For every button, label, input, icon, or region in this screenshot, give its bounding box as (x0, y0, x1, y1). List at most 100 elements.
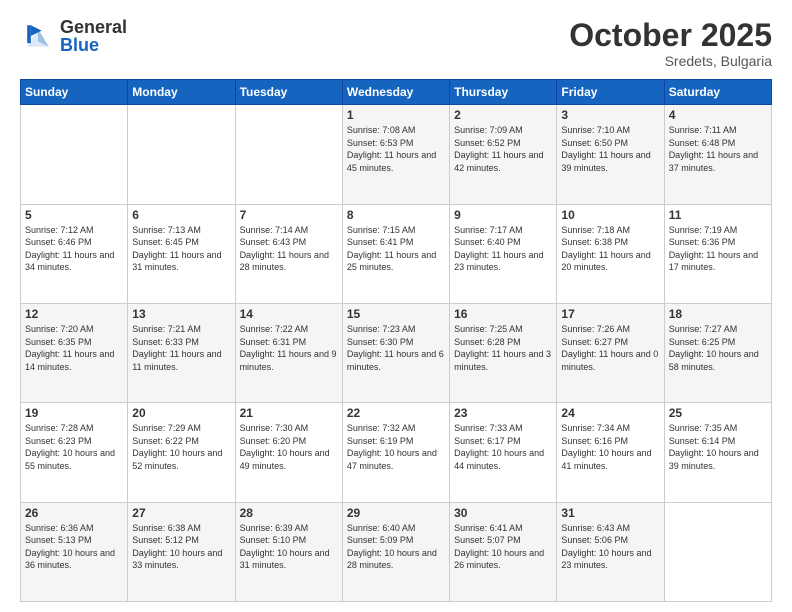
day-number: 6 (132, 208, 230, 222)
day-cell: 5 Sunrise: 7:12 AM Sunset: 6:46 PM Daylig… (21, 204, 128, 303)
day-cell: 19 Sunrise: 7:28 AM Sunset: 6:23 PM Dayli… (21, 403, 128, 502)
day-info: Sunrise: 7:10 AM Sunset: 6:50 PM Dayligh… (561, 124, 659, 174)
day-number: 11 (669, 208, 767, 222)
day-cell: 29 Sunrise: 6:40 AM Sunset: 5:09 PM Dayli… (342, 502, 449, 601)
day-number: 19 (25, 406, 123, 420)
day-number: 29 (347, 506, 445, 520)
day-info: Sunrise: 7:14 AM Sunset: 6:43 PM Dayligh… (240, 224, 338, 274)
day-number: 13 (132, 307, 230, 321)
day-info: Sunrise: 6:41 AM Sunset: 5:07 PM Dayligh… (454, 522, 552, 572)
page: General Blue October 2025 Sredets, Bulga… (0, 0, 792, 612)
day-info: Sunrise: 7:13 AM Sunset: 6:45 PM Dayligh… (132, 224, 230, 274)
day-info: Sunrise: 6:39 AM Sunset: 5:10 PM Dayligh… (240, 522, 338, 572)
day-cell: 3 Sunrise: 7:10 AM Sunset: 6:50 PM Daylig… (557, 105, 664, 204)
day-cell: 14Sunrise: 7:22 AM Sunset: 6:31 PM Dayli… (235, 303, 342, 402)
day-number: 4 (669, 108, 767, 122)
day-number: 23 (454, 406, 552, 420)
day-cell: 7 Sunrise: 7:14 AM Sunset: 6:43 PM Daylig… (235, 204, 342, 303)
day-info: Sunrise: 7:11 AM Sunset: 6:48 PM Dayligh… (669, 124, 767, 174)
day-number: 24 (561, 406, 659, 420)
month-title: October 2025 (569, 18, 772, 53)
logo-blue: Blue (60, 36, 127, 54)
day-info: Sunrise: 7:35 AM Sunset: 6:14 PM Dayligh… (669, 422, 767, 472)
day-info: Sunrise: 7:33 AM Sunset: 6:17 PM Dayligh… (454, 422, 552, 472)
day-info: Sunrise: 7:18 AM Sunset: 6:38 PM Dayligh… (561, 224, 659, 274)
day-number: 30 (454, 506, 552, 520)
day-number: 3 (561, 108, 659, 122)
day-number: 2 (454, 108, 552, 122)
day-info: Sunrise: 6:43 AM Sunset: 5:06 PM Dayligh… (561, 522, 659, 572)
week-row-1: 1 Sunrise: 7:08 AM Sunset: 6:53 PM Daylig… (21, 105, 772, 204)
day-info: Sunrise: 6:40 AM Sunset: 5:09 PM Dayligh… (347, 522, 445, 572)
day-cell: 4 Sunrise: 7:11 AM Sunset: 6:48 PM Daylig… (664, 105, 771, 204)
day-cell: 18 Sunrise: 7:27 AM Sunset: 6:25 PM Dayli… (664, 303, 771, 402)
days-of-week-row: SundayMondayTuesdayWednesdayThursdayFrid… (21, 80, 772, 105)
day-cell: 9Sunrise: 7:17 AM Sunset: 6:40 PM Daylig… (450, 204, 557, 303)
day-cell: 15 Sunrise: 7:23 AM Sunset: 6:30 PM Dayli… (342, 303, 449, 402)
day-info: Sunrise: 7:20 AM Sunset: 6:35 PM Dayligh… (25, 323, 123, 373)
day-info: Sunrise: 7:08 AM Sunset: 6:53 PM Dayligh… (347, 124, 445, 174)
day-cell (235, 105, 342, 204)
week-row-2: 5 Sunrise: 7:12 AM Sunset: 6:46 PM Daylig… (21, 204, 772, 303)
header: General Blue October 2025 Sredets, Bulga… (20, 18, 772, 69)
day-cell: 6 Sunrise: 7:13 AM Sunset: 6:45 PM Daylig… (128, 204, 235, 303)
day-cell: 8Sunrise: 7:15 AM Sunset: 6:41 PM Daylig… (342, 204, 449, 303)
day-info: Sunrise: 7:09 AM Sunset: 6:52 PM Dayligh… (454, 124, 552, 174)
day-cell (128, 105, 235, 204)
day-info: Sunrise: 7:28 AM Sunset: 6:23 PM Dayligh… (25, 422, 123, 472)
day-info: Sunrise: 6:38 AM Sunset: 5:12 PM Dayligh… (132, 522, 230, 572)
day-info: Sunrise: 7:19 AM Sunset: 6:36 PM Dayligh… (669, 224, 767, 274)
location: Sredets, Bulgaria (569, 53, 772, 69)
day-number: 9 (454, 208, 552, 222)
day-cell (21, 105, 128, 204)
day-info: Sunrise: 7:29 AM Sunset: 6:22 PM Dayligh… (132, 422, 230, 472)
day-number: 21 (240, 406, 338, 420)
day-number: 10 (561, 208, 659, 222)
day-info: Sunrise: 7:32 AM Sunset: 6:19 PM Dayligh… (347, 422, 445, 472)
day-number: 16 (454, 307, 552, 321)
day-number: 18 (669, 307, 767, 321)
day-cell: 21 Sunrise: 7:30 AM Sunset: 6:20 PM Dayli… (235, 403, 342, 502)
day-header-friday: Friday (557, 80, 664, 105)
logo: General Blue (20, 18, 127, 54)
week-row-4: 19 Sunrise: 7:28 AM Sunset: 6:23 PM Dayli… (21, 403, 772, 502)
day-number: 25 (669, 406, 767, 420)
week-row-5: 26 Sunrise: 6:36 AM Sunset: 5:13 PM Dayli… (21, 502, 772, 601)
day-number: 7 (240, 208, 338, 222)
day-cell: 23 Sunrise: 7:33 AM Sunset: 6:17 PM Dayli… (450, 403, 557, 502)
day-cell: 28 Sunrise: 6:39 AM Sunset: 5:10 PM Dayli… (235, 502, 342, 601)
day-cell: 22Sunrise: 7:32 AM Sunset: 6:19 PM Dayli… (342, 403, 449, 502)
calendar-header: SundayMondayTuesdayWednesdayThursdayFrid… (21, 80, 772, 105)
day-info: Sunrise: 6:36 AM Sunset: 5:13 PM Dayligh… (25, 522, 123, 572)
day-number: 12 (25, 307, 123, 321)
day-number: 15 (347, 307, 445, 321)
title-block: October 2025 Sredets, Bulgaria (569, 18, 772, 69)
day-info: Sunrise: 7:30 AM Sunset: 6:20 PM Dayligh… (240, 422, 338, 472)
logo-general: General (60, 18, 127, 36)
day-cell: 16 Sunrise: 7:25 AM Sunset: 6:28 PM Dayli… (450, 303, 557, 402)
day-info: Sunrise: 7:26 AM Sunset: 6:27 PM Dayligh… (561, 323, 659, 373)
day-header-sunday: Sunday (21, 80, 128, 105)
day-header-tuesday: Tuesday (235, 80, 342, 105)
day-cell: 26 Sunrise: 6:36 AM Sunset: 5:13 PM Dayli… (21, 502, 128, 601)
calendar: SundayMondayTuesdayWednesdayThursdayFrid… (20, 79, 772, 602)
day-number: 1 (347, 108, 445, 122)
day-number: 5 (25, 208, 123, 222)
day-number: 17 (561, 307, 659, 321)
day-cell: 27Sunrise: 6:38 AM Sunset: 5:12 PM Dayli… (128, 502, 235, 601)
day-info: Sunrise: 7:12 AM Sunset: 6:46 PM Dayligh… (25, 224, 123, 274)
day-header-wednesday: Wednesday (342, 80, 449, 105)
day-info: Sunrise: 7:23 AM Sunset: 6:30 PM Dayligh… (347, 323, 445, 373)
day-cell: 25 Sunrise: 7:35 AM Sunset: 6:14 PM Dayli… (664, 403, 771, 502)
day-info: Sunrise: 7:27 AM Sunset: 6:25 PM Dayligh… (669, 323, 767, 373)
day-cell: 12 Sunrise: 7:20 AM Sunset: 6:35 PM Dayli… (21, 303, 128, 402)
day-number: 28 (240, 506, 338, 520)
day-cell: 30 Sunrise: 6:41 AM Sunset: 5:07 PM Dayli… (450, 502, 557, 601)
day-header-thursday: Thursday (450, 80, 557, 105)
calendar-body: 1 Sunrise: 7:08 AM Sunset: 6:53 PM Daylig… (21, 105, 772, 602)
day-cell: 31Sunrise: 6:43 AM Sunset: 5:06 PM Dayli… (557, 502, 664, 601)
day-info: Sunrise: 7:25 AM Sunset: 6:28 PM Dayligh… (454, 323, 552, 373)
day-header-saturday: Saturday (664, 80, 771, 105)
week-row-3: 12 Sunrise: 7:20 AM Sunset: 6:35 PM Dayli… (21, 303, 772, 402)
day-number: 26 (25, 506, 123, 520)
